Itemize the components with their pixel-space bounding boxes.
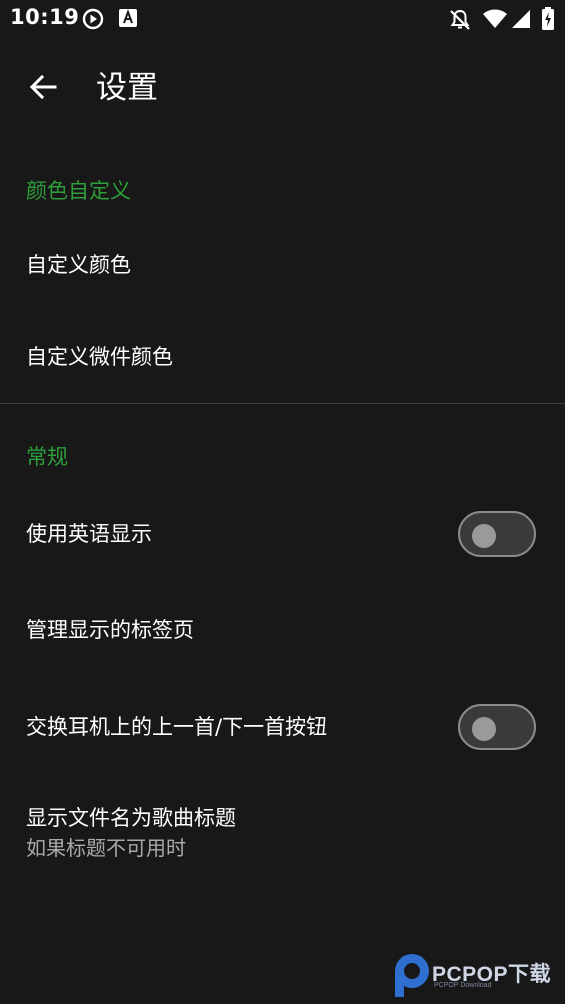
- pref-title: 自定义微件颜色: [26, 345, 173, 369]
- switch-thumb: [472, 524, 496, 548]
- pref-swap-headset-buttons[interactable]: 交换耳机上的上一首/下一首按钮: [0, 678, 565, 776]
- status-time: 10:19: [10, 5, 80, 29]
- a-box-icon: [118, 8, 138, 32]
- pref-title: 使用英语显示: [26, 522, 152, 546]
- section-header-color: 颜色自定义: [26, 179, 131, 203]
- page-title: 设置: [96, 70, 158, 106]
- arrow-back-icon: [29, 73, 57, 105]
- status-bar: 10:19: [0, 0, 565, 38]
- section-header-general: 常规: [26, 445, 68, 469]
- pref-filename-as-title[interactable]: 显示文件名为歌曲标题 如果标题不可用时: [0, 776, 565, 886]
- pref-use-english[interactable]: 使用英语显示: [0, 486, 565, 582]
- pref-title: 显示文件名为歌曲标题: [26, 806, 236, 830]
- back-button[interactable]: [18, 64, 68, 114]
- watermark-logo: PCPOP下载 PCPOP Download: [392, 952, 565, 998]
- wifi-icon: [482, 9, 508, 33]
- english-toggle[interactable]: [458, 511, 536, 557]
- pref-manage-tabs[interactable]: 管理显示的标签页: [0, 582, 565, 678]
- pref-title: 管理显示的标签页: [26, 618, 194, 642]
- pref-title: 交换耳机上的上一首/下一首按钮: [26, 715, 328, 739]
- pref-custom-widget-color[interactable]: 自定义微件颜色: [0, 310, 565, 403]
- swap-buttons-toggle[interactable]: [458, 704, 536, 750]
- pref-custom-color[interactable]: 自定义颜色: [0, 218, 565, 310]
- switch-thumb: [472, 717, 496, 741]
- logo-mark-icon: [395, 954, 429, 997]
- cell-signal-icon: [511, 9, 531, 33]
- pref-summary: 如果标题不可用时: [26, 836, 186, 860]
- app-bar: 设置: [0, 38, 565, 142]
- notifications-off-icon: [448, 8, 472, 36]
- pref-title: 自定义颜色: [26, 253, 131, 277]
- battery-charging-icon: [541, 7, 555, 35]
- section-divider: [0, 403, 565, 404]
- play-circle-icon: [82, 8, 104, 34]
